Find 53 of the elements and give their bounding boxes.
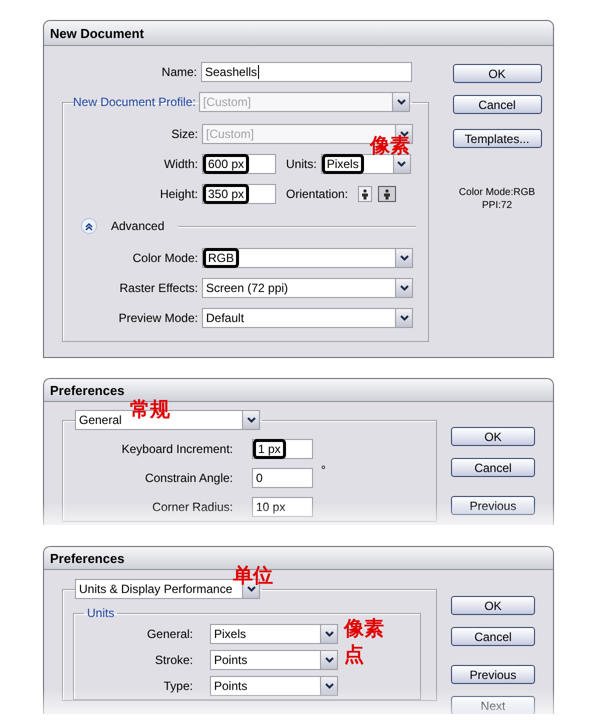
dialog-button[interactable]: Cancel	[451, 627, 535, 646]
unit-label: °	[321, 463, 326, 477]
info-text: Color Mode:RGB	[458, 186, 536, 199]
field-label: Stroke:	[154, 652, 193, 669]
dropdown[interactable]: Pixels	[320, 154, 411, 174]
dropdown[interactable]: Default	[202, 308, 413, 328]
dialog-button[interactable]: Cancel	[452, 95, 542, 114]
orientation-button[interactable]	[378, 186, 396, 202]
input-field[interactable]: 1 px	[252, 438, 313, 458]
input-field[interactable]: Seashells	[201, 62, 412, 82]
dialog-button[interactable]: Previous	[451, 665, 535, 684]
field-label: Name:	[160, 64, 197, 81]
dialog-button[interactable]: Templates...	[452, 129, 542, 148]
field-label: Keyboard Increment:	[120, 440, 233, 458]
dropdown[interactable]: Screen (72 ppi)	[202, 278, 413, 298]
dialog-button[interactable]: Cancel	[451, 458, 535, 477]
field-label: Raster Effects:	[118, 280, 198, 297]
field-label: Corner Radius:	[151, 498, 233, 516]
dialog-button[interactable]: Previous	[451, 496, 535, 515]
person-icon	[383, 188, 392, 200]
dropdown[interactable]: Points	[210, 676, 338, 696]
field-label: General:	[146, 626, 193, 643]
dialog-button[interactable]: OK	[451, 427, 535, 446]
field-label: Color Mode:	[132, 250, 198, 267]
annotation-label: 像素	[344, 617, 384, 639]
field-label: Orientation:	[286, 186, 348, 203]
person-icon	[361, 188, 370, 200]
dropdown[interactable]: Pixels	[210, 624, 338, 644]
dialog-button[interactable]: Next	[451, 696, 535, 714]
window-title: New Document	[44, 21, 553, 46]
input-field[interactable]: 10 px	[252, 496, 313, 516]
field-label: Constrain Angle:	[144, 470, 233, 486]
field-label: Height:	[158, 186, 198, 203]
field-label: Size:	[170, 126, 198, 143]
collapse-icon[interactable]	[81, 218, 97, 234]
text-cursor	[258, 65, 260, 79]
dialog-button[interactable]: OK	[451, 596, 535, 615]
input-field[interactable]: 350 px	[202, 184, 276, 204]
group-label: Units	[86, 605, 116, 621]
input-field[interactable]: 600 px	[202, 154, 276, 174]
orientation-button[interactable]	[358, 186, 372, 202]
dropdown[interactable]: Points	[210, 650, 338, 670]
annotation-label: 点	[344, 643, 364, 665]
info-text: PPI:72	[480, 199, 514, 212]
field-label: Width:	[162, 156, 198, 173]
field-label: Type:	[162, 678, 193, 695]
input-field[interactable]: 0	[252, 468, 313, 488]
group-label: New Document Profile:	[73, 94, 195, 111]
section-label: Advanced	[111, 218, 164, 235]
dialog-button[interactable]: OK	[452, 64, 542, 83]
field-label: Preview Mode:	[118, 310, 198, 327]
field-label: Units:	[286, 156, 317, 173]
dropdown[interactable]: RGB	[202, 248, 413, 268]
